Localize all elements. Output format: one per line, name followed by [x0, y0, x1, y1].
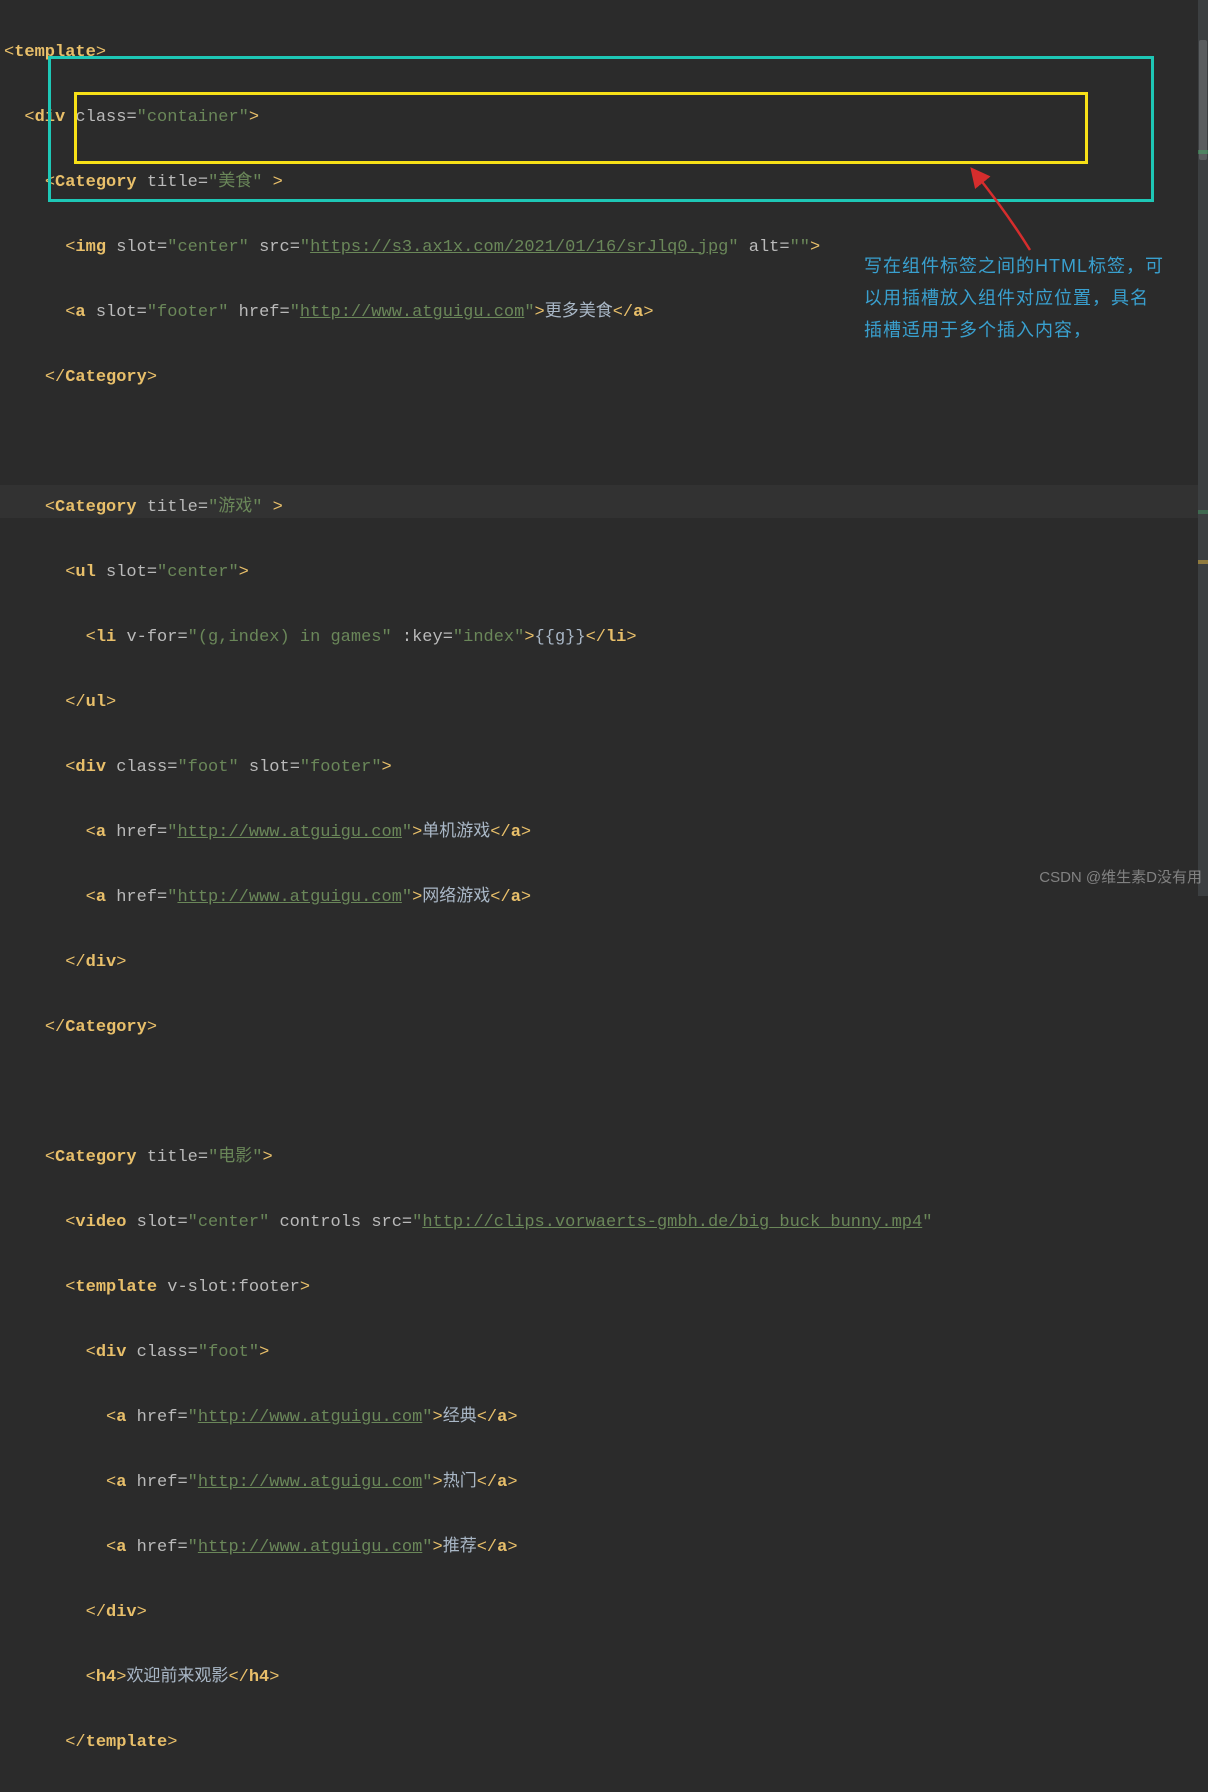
- code-line[interactable]: </ul>: [4, 687, 1208, 720]
- code-line[interactable]: </div>: [4, 947, 1208, 980]
- code-line[interactable]: <video slot="center" controls src="http:…: [4, 1207, 1208, 1240]
- code-line[interactable]: <a href="http://www.atguigu.com">热门</a>: [4, 1467, 1208, 1500]
- code-line: [4, 1077, 1208, 1110]
- code-line[interactable]: </div>: [4, 1597, 1208, 1630]
- code-line[interactable]: </Category>: [4, 362, 1208, 395]
- code-line[interactable]: <h4>欢迎前来观影</h4>: [4, 1662, 1208, 1695]
- code-line[interactable]: <div class="foot" slot="footer">: [4, 752, 1208, 785]
- code-line[interactable]: <Category title="游戏" >: [4, 492, 1208, 525]
- code-line[interactable]: <a href="http://www.atguigu.com">经典</a>: [4, 1402, 1208, 1435]
- code-line[interactable]: <a href="http://www.atguigu.com">推荐</a>: [4, 1532, 1208, 1565]
- code-line[interactable]: <Category title="美食" >: [4, 167, 1208, 200]
- code-line[interactable]: <template>: [4, 37, 1208, 70]
- code-line[interactable]: </template>: [4, 1727, 1208, 1760]
- code-line[interactable]: <a href="http://www.atguigu.com">单机游戏</a…: [4, 817, 1208, 850]
- scrollbar-thumb[interactable]: [1199, 40, 1207, 160]
- annotation-text: 写在组件标签之间的HTML标签，可以用插槽放入组件对应位置，具名插槽适用于多个插…: [864, 250, 1164, 346]
- code-line[interactable]: <ul slot="center">: [4, 557, 1208, 590]
- gutter-mark: [1198, 510, 1208, 514]
- code-line[interactable]: </Category>: [4, 1012, 1208, 1045]
- vertical-scrollbar[interactable]: [1198, 0, 1208, 896]
- code-line[interactable]: <a href="http://www.atguigu.com">网络游戏</a…: [4, 882, 1208, 915]
- code-line[interactable]: <li v-for="(g,index) in games" :key="ind…: [4, 622, 1208, 655]
- code-line[interactable]: <div class="foot">: [4, 1337, 1208, 1370]
- code-line[interactable]: <Category title="电影">: [4, 1142, 1208, 1175]
- code-line[interactable]: <template v-slot:footer>: [4, 1272, 1208, 1305]
- gutter-mark: [1198, 150, 1208, 154]
- code-line: [4, 427, 1208, 460]
- watermark: CSDN @维生素D没有用: [1039, 862, 1202, 895]
- code-line[interactable]: <div class="container">: [4, 102, 1208, 135]
- gutter-mark: [1198, 560, 1208, 564]
